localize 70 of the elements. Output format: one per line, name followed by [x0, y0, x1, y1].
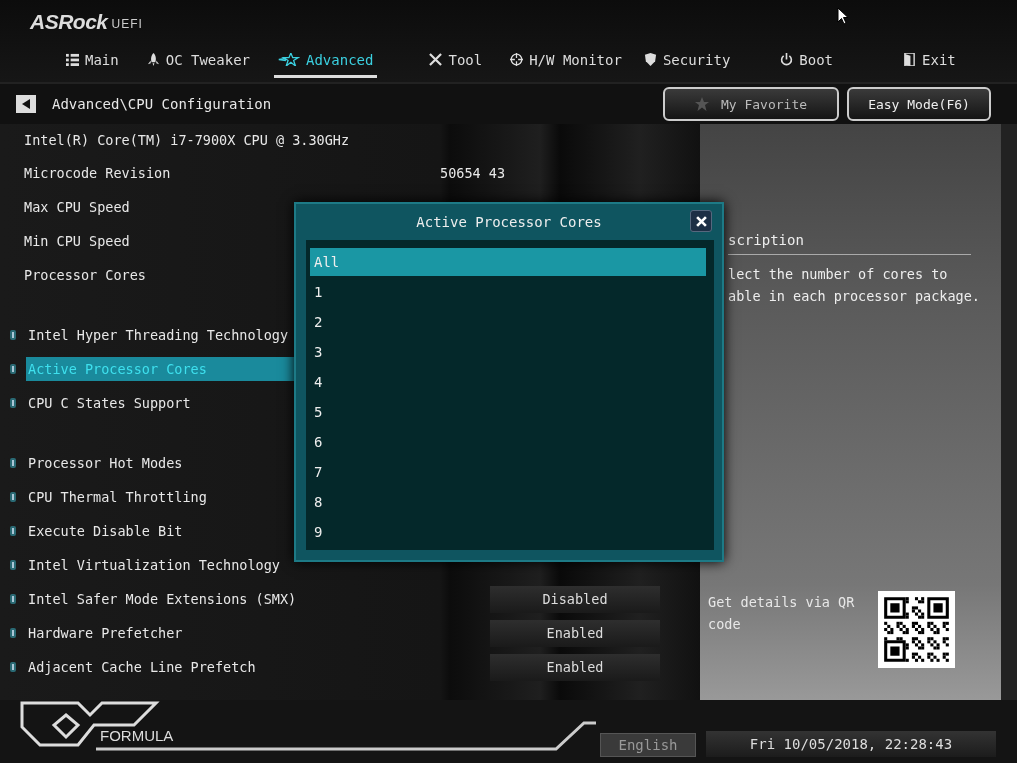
tab[interactable]: Boot: [776, 44, 838, 78]
star-icon: [278, 53, 300, 66]
setting-item[interactable]: Adjacent Cache Line Prefetch: [26, 655, 258, 679]
info-label: Processor Cores: [24, 267, 147, 283]
setting-item[interactable]: CPU Thermal Throttling: [26, 485, 209, 509]
caret-icon: [22, 99, 30, 109]
shield-icon: [643, 53, 657, 66]
star-icon: [694, 97, 709, 111]
info-icon: [10, 492, 16, 502]
info-icon: [10, 458, 16, 468]
door-icon: [903, 53, 917, 66]
option-item[interactable]: 9: [310, 518, 706, 546]
info-icon: [10, 526, 16, 536]
setting-item[interactable]: Hardware Prefetcher: [26, 621, 185, 645]
rocket-icon: [146, 53, 160, 66]
info-label: Max CPU Speed: [24, 199, 131, 215]
crosshair-icon: [510, 53, 524, 66]
description-title: scription: [728, 232, 805, 248]
breadcrumb-path: Advanced\CPU Configuration: [52, 96, 272, 112]
info-icon: [10, 364, 16, 374]
description-text: able in each processor package.: [728, 287, 981, 306]
tab[interactable]: Security: [639, 44, 735, 78]
info-icon: [10, 560, 16, 570]
tab[interactable]: Exit: [899, 44, 960, 78]
option-item[interactable]: 5: [310, 398, 706, 426]
mode-button[interactable]: My Favorite: [663, 87, 839, 121]
setting-item[interactable]: Execute Disable Bit: [26, 519, 185, 543]
value-button[interactable]: Enabled: [490, 653, 660, 681]
cpu-name: Intel(R) Core(TM) i7-7900X CPU @ 3.30GHz: [24, 132, 350, 148]
tab[interactable]: Advanced: [274, 44, 378, 78]
dialog-title: Active Processor Cores: [416, 214, 602, 230]
setting-item[interactable]: Intel Hyper Threading Technology: [26, 323, 291, 347]
language-button[interactable]: English: [600, 733, 696, 757]
close-icon: [695, 215, 707, 227]
value-button[interactable]: Enabled: [490, 619, 660, 647]
option-item[interactable]: 6: [310, 428, 706, 456]
tab[interactable]: OC Tweaker: [142, 44, 254, 78]
info-icon: [10, 662, 16, 672]
info-label: Min CPU Speed: [24, 233, 131, 249]
description-text: lect the number of cores to: [728, 265, 949, 284]
tab[interactable]: Main: [62, 44, 123, 78]
list-icon: [66, 53, 79, 66]
info-icon: [10, 594, 16, 604]
setting-item[interactable]: CPU C States Support: [26, 391, 193, 415]
info-icon: [10, 628, 16, 638]
value-button[interactable]: Disabled: [490, 585, 660, 613]
cursor-icon: [837, 7, 849, 25]
tab[interactable]: H/W Monitor: [506, 44, 626, 78]
option-item[interactable]: 8: [310, 488, 706, 516]
uefi-label: UEFI: [111, 17, 143, 31]
info-label: Microcode Revision: [24, 165, 172, 181]
tab[interactable]: Tool: [425, 44, 487, 78]
power-icon: [780, 53, 794, 66]
qr-caption: Get details via QR code: [708, 593, 856, 634]
back-button[interactable]: [16, 95, 36, 113]
setting-item[interactable]: Intel Safer Mode Extensions (SMX): [26, 587, 299, 611]
qr-code-icon: [878, 591, 955, 668]
formula-logo-drawing: FORMULA: [16, 697, 596, 757]
info-value: 50654 43: [440, 165, 506, 181]
brand-logo: ASRock: [30, 10, 108, 34]
date-time: Fri 10/05/2018, 22:28:43: [706, 731, 996, 757]
option-item[interactable]: 2: [310, 308, 706, 336]
setting-item[interactable]: Intel Virtualization Technology: [26, 553, 282, 577]
option-item[interactable]: 1: [310, 278, 706, 306]
setting-item[interactable]: Processor Hot Modes: [26, 451, 185, 475]
info-icon: [10, 330, 16, 340]
option-item[interactable]: 7: [310, 458, 706, 486]
close-button[interactable]: [690, 210, 712, 232]
mode-button[interactable]: Easy Mode(F6): [847, 87, 991, 121]
info-icon: [10, 398, 16, 408]
